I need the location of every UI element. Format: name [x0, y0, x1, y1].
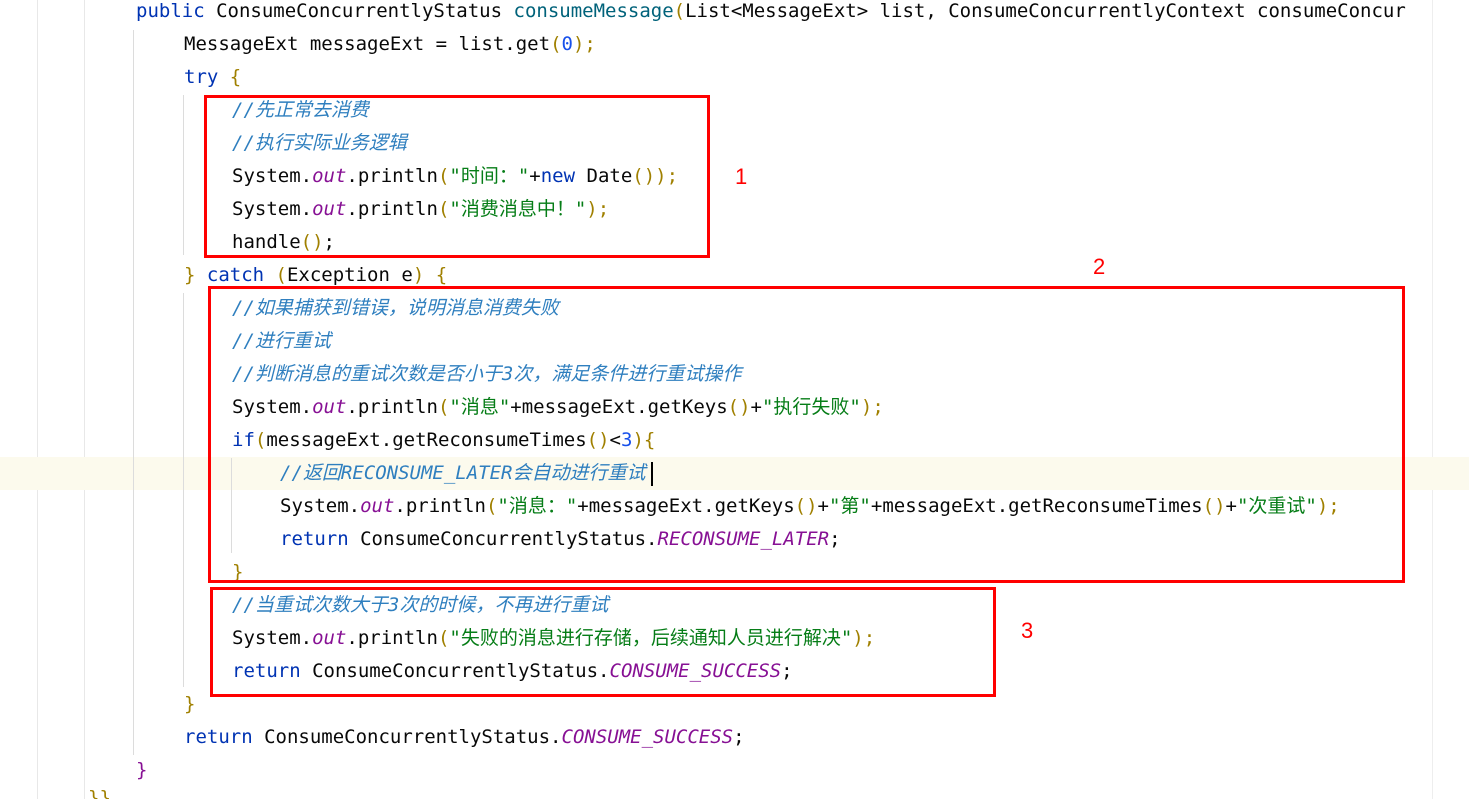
- indent-guide-method: [133, 30, 134, 755]
- code-editor[interactable]: public ConsumeConcurrentlyStatus consume…: [0, 0, 1469, 799]
- code-line-try: try {: [184, 66, 242, 88]
- code-line-catch-close: }: [184, 693, 196, 715]
- code-line-method-signature: public ConsumeConcurrentlyStatus consume…: [136, 0, 1406, 22]
- annotation-box-1: [204, 95, 710, 258]
- annotation-box-2: [208, 286, 1405, 583]
- annotation-label-3: 3: [1021, 618, 1034, 643]
- code-line-return-success: return ConsumeConcurrentlyStatus.CONSUME…: [184, 726, 745, 748]
- gutter-divider: [37, 0, 38, 799]
- code-line-method-close: }: [136, 759, 148, 781]
- code-line-get-message: MessageExt messageExt = list.get(0);: [184, 33, 596, 55]
- annotation-label-2: 2: [1093, 254, 1106, 279]
- indent-guide-outer: [84, 0, 85, 799]
- indent-guide-try: [183, 95, 184, 255]
- right-margin-guide: [1432, 0, 1433, 799]
- annotation-label-1: 1: [735, 164, 748, 189]
- code-line-class-close: }}: [88, 787, 111, 799]
- indent-guide-catch: [183, 293, 184, 687]
- annotation-box-3: [210, 587, 996, 697]
